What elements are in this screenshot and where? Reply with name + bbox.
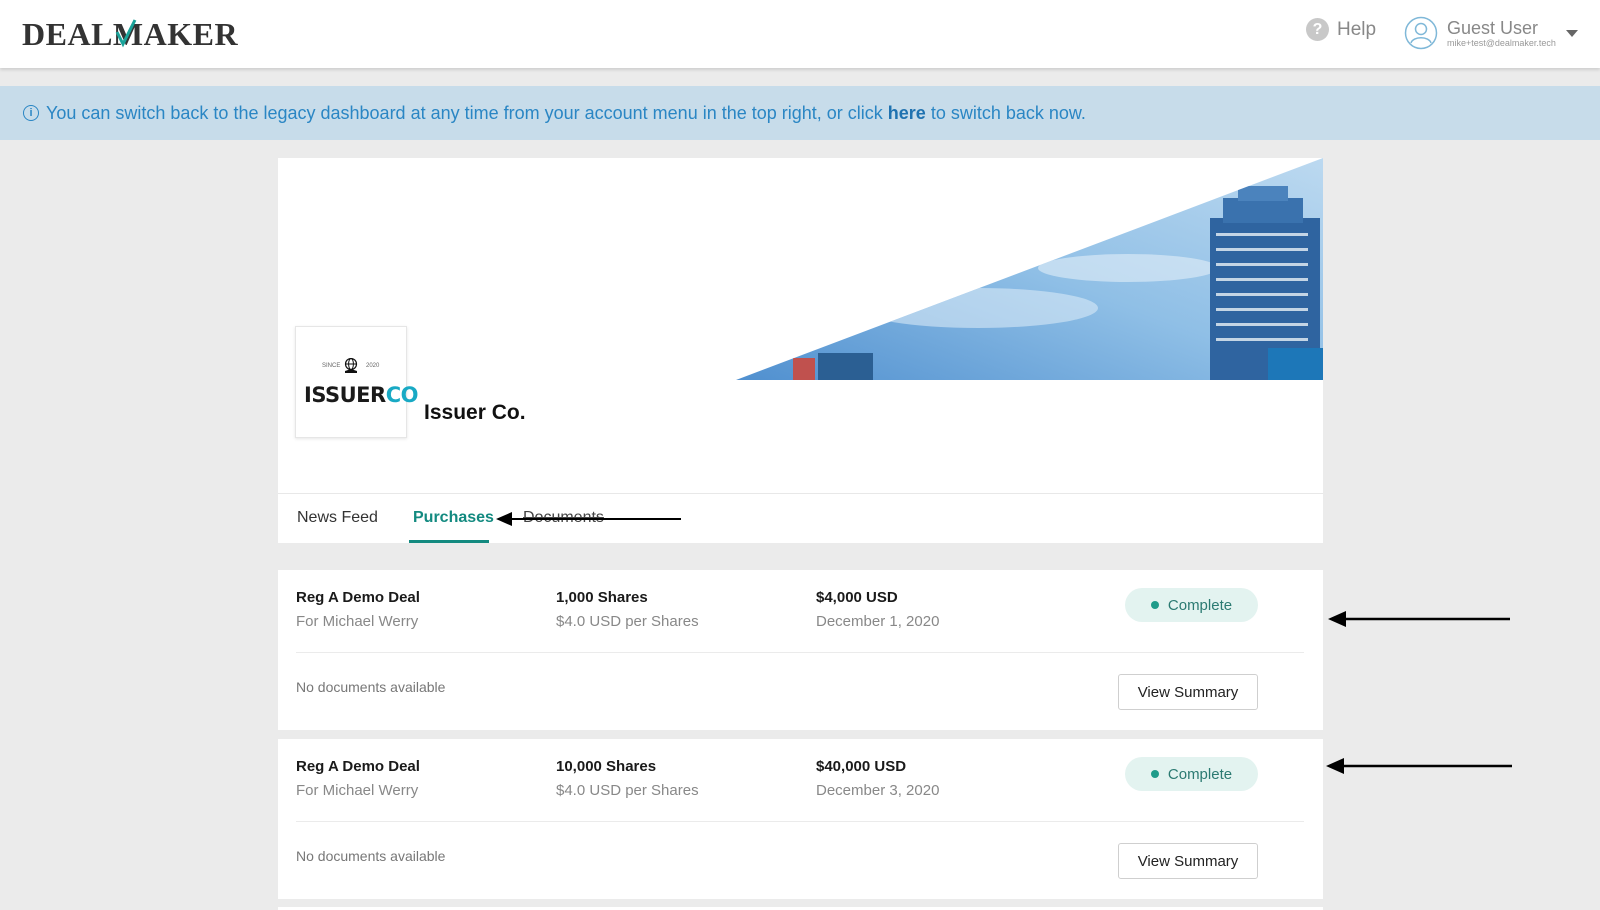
status-label: Complete	[1167, 596, 1233, 614]
purchase-amount: $4,000 USD	[816, 589, 898, 606]
banner-text-after: to switch back now.	[925, 102, 1086, 123]
dealmaker-logo[interactable]: DEALM AKER	[22, 16, 238, 53]
user-name: Guest User	[1447, 17, 1539, 38]
purchase-amount: $40,000 USD	[816, 758, 907, 775]
user-email: mike+test@dealmaker.tech	[1447, 37, 1556, 48]
top-navigation-bar: DEALM AKER ? Help Guest User mike+test@de…	[0, 0, 1600, 68]
purchase-date: December 3, 2020	[816, 782, 940, 799]
info-icon: i	[23, 105, 39, 121]
logo-text-right: AKER	[143, 16, 239, 52]
logo-year-text: 2020	[366, 363, 380, 369]
question-icon: ?	[1306, 18, 1329, 41]
purchase-card: Reg A Demo Deal For Michael Werry 10,000…	[278, 739, 1323, 899]
annotation-arrow-left-icon	[1328, 611, 1510, 627]
issuer-logo: SINCE 2020 ISSUERCO	[295, 326, 418, 438]
chevron-down-icon[interactable]	[1565, 29, 1578, 37]
share-count: 1,000 Shares	[556, 589, 648, 606]
logo-since-text: SINCE	[322, 363, 341, 369]
card-divider	[296, 821, 1304, 822]
no-documents-text: No documents available	[296, 848, 446, 864]
status-label: Complete	[1167, 765, 1233, 783]
purchase-date: December 1, 2020	[816, 613, 940, 630]
share-price: $4.0 USD per Shares	[556, 613, 699, 630]
help-button[interactable]: ? Help	[1306, 18, 1376, 41]
logo-check-m: M	[112, 16, 144, 52]
globe-icon	[344, 358, 358, 373]
view-summary-button[interactable]: View Summary	[1118, 674, 1258, 710]
annotation-arrow-left-icon	[496, 512, 681, 526]
logo-wordmark: ISSUERCO	[304, 383, 418, 407]
deal-name: Reg A Demo Deal	[296, 589, 420, 606]
switch-back-link[interactable]: here	[888, 103, 926, 124]
tab-news-feed[interactable]: News Feed	[297, 509, 378, 527]
tab-purchases[interactable]: Purchases	[413, 509, 494, 527]
purchase-card: Reg A Demo Deal For Michael Werry 1,000 …	[278, 570, 1323, 730]
active-tab-indicator	[409, 540, 489, 543]
status-dot-icon	[1150, 770, 1159, 778]
profile-tabs: News Feed Purchases Documents	[278, 493, 1323, 544]
view-summary-button[interactable]: View Summary	[1118, 843, 1258, 879]
share-count: 10,000 Shares	[556, 758, 657, 775]
card-divider	[296, 652, 1304, 653]
account-menu[interactable]: Guest User mike+test@dealmaker.tech	[1404, 16, 1578, 50]
user-avatar-icon	[1404, 16, 1438, 50]
share-price: $4.0 USD per Shares	[556, 782, 699, 799]
company-name: Issuer Co.	[424, 401, 526, 424]
logo-text-left: DEAL	[22, 16, 113, 52]
status-dot-icon	[1150, 601, 1159, 609]
legacy-dashboard-banner: i You can switch back to the legacy dash…	[0, 86, 1600, 140]
investor-name: For Michael Werry	[296, 782, 419, 799]
investor-name: For Michael Werry	[296, 613, 419, 630]
status-badge: Complete	[1125, 757, 1258, 791]
cover-image	[736, 158, 1323, 380]
annotation-arrow-left-icon	[1326, 758, 1512, 774]
help-label: Help	[1337, 18, 1377, 40]
banner-text-before: You can switch back to the legacy dashbo…	[46, 102, 888, 123]
issuer-profile-card: SINCE 2020 ISSUERCO Issuer Co. News Feed…	[278, 158, 1323, 543]
deal-name: Reg A Demo Deal	[296, 758, 420, 775]
no-documents-text: No documents available	[296, 679, 446, 695]
status-badge: Complete	[1125, 588, 1258, 622]
